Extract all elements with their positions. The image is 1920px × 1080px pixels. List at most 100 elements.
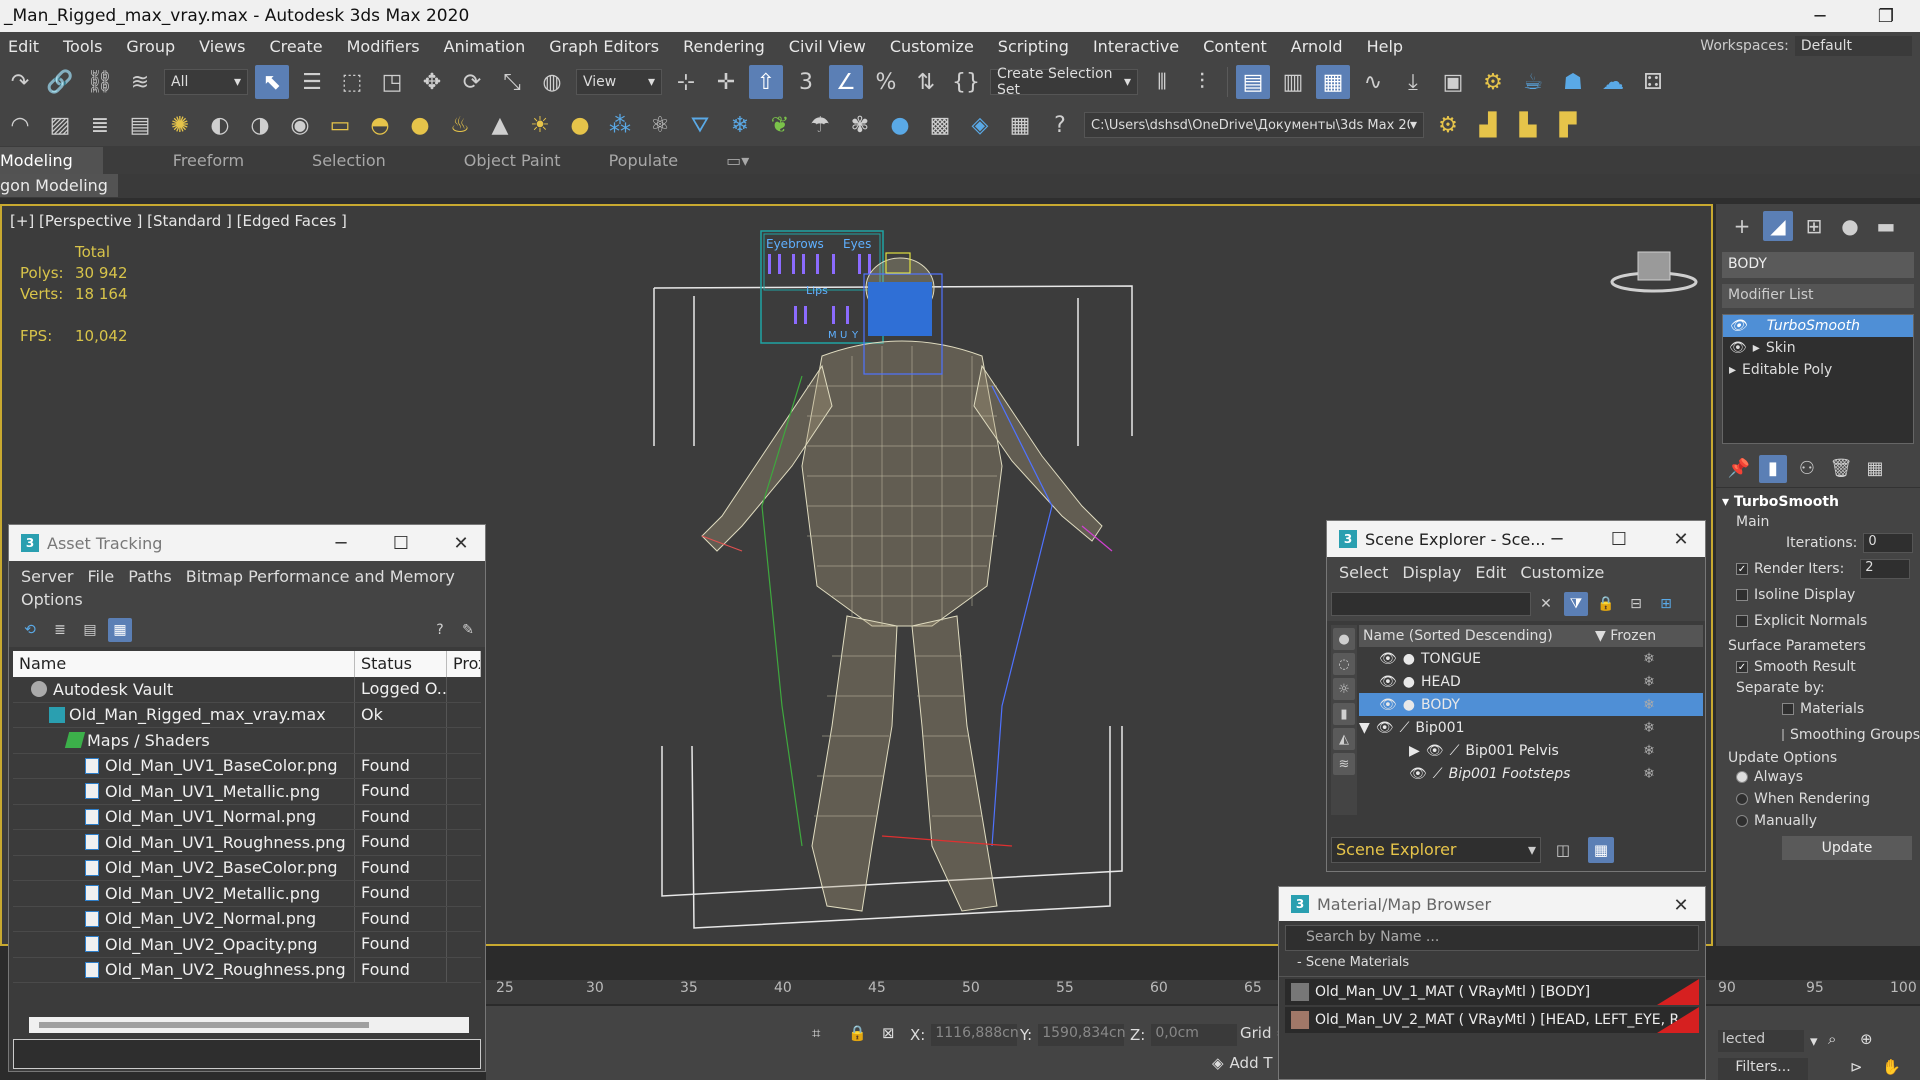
table-row[interactable]: Old_Man_Rigged_max_vray.max Ok bbox=[13, 702, 481, 728]
table-row[interactable]: Old_Man_UV1_Roughness.png Found bbox=[13, 830, 481, 856]
schematic-view-icon[interactable]: ∿ bbox=[1356, 65, 1390, 99]
column-name[interactable]: Name (Sorted Descending) bbox=[1359, 628, 1595, 644]
select-object-icon[interactable]: ⬉ bbox=[255, 65, 289, 99]
polygon-modeling-label[interactable]: gon Modeling bbox=[0, 174, 118, 197]
isolate-icon[interactable]: ⌗ bbox=[812, 1024, 820, 1042]
snap-toggle-icon[interactable]: 3 bbox=[789, 65, 823, 99]
selection-filter-dropdown[interactable]: All ▾ bbox=[164, 69, 248, 95]
frozen-icon[interactable]: ❄ bbox=[1595, 766, 1703, 782]
menu-rendering[interactable]: Rendering bbox=[671, 37, 777, 56]
displacement-icon[interactable]: ⛛ bbox=[683, 108, 717, 142]
modify-tab-icon[interactable]: ◢ bbox=[1763, 211, 1793, 241]
modifier-list-dropdown[interactable]: Modifier List bbox=[1722, 284, 1914, 308]
add-time-tag[interactable]: ◈ Add T bbox=[1212, 1054, 1273, 1072]
molecule-icon[interactable]: ⚛ bbox=[643, 108, 677, 142]
scale-icon[interactable]: ⤡ bbox=[495, 65, 529, 99]
absolute-mode-icon[interactable]: ⊠ bbox=[882, 1024, 895, 1042]
render-iters-checkbox[interactable]: ✓ bbox=[1736, 563, 1748, 575]
project-settings-icon[interactable]: ⚙ bbox=[1431, 108, 1465, 142]
unlink-icon[interactable]: ⛓ bbox=[83, 65, 117, 99]
helpers-filter-icon[interactable]: ◭ bbox=[1333, 728, 1355, 750]
help-icon[interactable]: ? bbox=[428, 618, 452, 642]
table-row[interactable]: Old_Man_UV2_Roughness.png Found bbox=[13, 957, 481, 983]
render-iters-spinner[interactable]: 2 bbox=[1860, 559, 1911, 579]
plane-icon[interactable]: ▭ bbox=[323, 108, 357, 142]
vfb-icon[interactable]: ▦ bbox=[1003, 108, 1037, 142]
eye-icon[interactable]: 👁 bbox=[1379, 697, 1397, 713]
menu-tools[interactable]: Tools bbox=[51, 37, 114, 56]
sphere-icon[interactable]: ● bbox=[883, 108, 917, 142]
eye-icon[interactable]: 👁 bbox=[1379, 674, 1397, 690]
expand-arrow-icon[interactable]: ▸ bbox=[1729, 362, 1736, 378]
minimize-button[interactable]: ─ bbox=[315, 525, 367, 561]
project-save-icon[interactable]: ▛ bbox=[1551, 108, 1585, 142]
frozen-icon[interactable]: ❄ bbox=[1595, 697, 1703, 713]
eye-icon[interactable]: 👁 bbox=[1729, 340, 1747, 356]
reference-coord-dropdown[interactable]: View ▾ bbox=[576, 69, 662, 95]
material-editor-icon[interactable]: ⤓ bbox=[1396, 65, 1430, 99]
eye-icon[interactable]: 👁 bbox=[1426, 743, 1444, 759]
tab-populate[interactable]: Populate bbox=[599, 151, 717, 170]
smoothing-groups-checkbox[interactable] bbox=[1782, 729, 1784, 741]
maximize-button[interactable]: ☐ bbox=[1593, 521, 1645, 557]
show-end-result-icon[interactable]: ▮ bbox=[1759, 454, 1787, 483]
render-active-icon[interactable]: ☁ bbox=[1596, 65, 1630, 99]
minimize-button[interactable]: ─ bbox=[1796, 0, 1844, 32]
create-tab-icon[interactable]: + bbox=[1727, 211, 1757, 241]
bind-spacewarp-icon[interactable]: ≋ bbox=[123, 65, 157, 99]
select-by-name-icon[interactable]: ☰ bbox=[295, 65, 329, 99]
shapes-icon[interactable]: ◠ bbox=[3, 108, 37, 142]
settings-icon[interactable]: ✎ bbox=[456, 618, 480, 642]
clear-search-icon[interactable]: ✕ bbox=[1534, 592, 1558, 616]
filters-button[interactable]: Filters... bbox=[1718, 1058, 1808, 1080]
menu-select[interactable]: Select bbox=[1335, 563, 1398, 582]
list-item[interactable]: 👁 ● HEAD ❄ bbox=[1359, 670, 1703, 693]
expand-arrow-icon[interactable]: ▼ bbox=[1359, 720, 1370, 736]
menu-animation[interactable]: Animation bbox=[432, 37, 538, 56]
dome-light-icon[interactable]: ◓ bbox=[363, 108, 397, 142]
help-icon[interactable]: ? bbox=[1043, 108, 1077, 142]
menu-edit[interactable]: Edit bbox=[0, 37, 51, 56]
scatter-icon[interactable]: ✾ bbox=[843, 108, 877, 142]
sphere-light-icon[interactable]: ● bbox=[403, 108, 437, 142]
always-radio[interactable] bbox=[1736, 771, 1748, 783]
viewcube[interactable] bbox=[1610, 251, 1698, 293]
eye-icon[interactable]: 👁 bbox=[1376, 720, 1394, 736]
stack-item-editable-poly[interactable]: ▸ Editable Poly bbox=[1723, 359, 1913, 381]
particles-icon[interactable]: ⁂ bbox=[603, 108, 637, 142]
material-browser-titlebar[interactable]: 3 Material/Map Browser ✕ bbox=[1279, 887, 1705, 921]
table-row[interactable]: Old_Man_UV2_Metallic.png Found bbox=[13, 881, 481, 907]
camera-icon[interactable]: ◐ bbox=[203, 108, 237, 142]
column-proxy[interactable]: Prox bbox=[447, 651, 481, 677]
explicit-normals-checkbox[interactable] bbox=[1736, 615, 1748, 627]
fur-icon[interactable]: ❄ bbox=[723, 108, 757, 142]
scene-explorer-titlebar[interactable]: 3 Scene Explorer - Sce... ─ ☐ ✕ bbox=[1327, 521, 1705, 557]
menu-customize[interactable]: Customize bbox=[878, 37, 986, 56]
stack-item-turbosmooth[interactable]: 👁 TurboSmooth bbox=[1723, 315, 1913, 337]
lock-icon[interactable]: 🔒 bbox=[1594, 592, 1618, 616]
eye-icon[interactable]: 👁 bbox=[1729, 318, 1747, 334]
table-view-icon[interactable]: ▤ bbox=[78, 618, 102, 642]
menu-create[interactable]: Create bbox=[257, 37, 334, 56]
menu-display[interactable]: Display bbox=[1398, 563, 1471, 582]
eye-icon[interactable]: 👁 bbox=[1409, 766, 1427, 782]
list-item[interactable]: 👁 ⟋ Bip001 Footsteps ❄ bbox=[1359, 762, 1703, 785]
cameras-filter-icon[interactable]: ▮ bbox=[1333, 703, 1355, 725]
rotate-icon[interactable]: ⟳ bbox=[455, 65, 489, 99]
close-button[interactable]: ✕ bbox=[1655, 887, 1705, 923]
align-icon[interactable]: ⫶ bbox=[1185, 65, 1219, 99]
scrollbar-thumb[interactable] bbox=[39, 1022, 369, 1028]
minimize-button[interactable]: ─ bbox=[1531, 521, 1583, 557]
menu-help[interactable]: Help bbox=[1355, 37, 1415, 56]
rollout-title[interactable]: ▾ TurboSmooth bbox=[1722, 494, 1914, 510]
when-rendering-radio[interactable] bbox=[1736, 793, 1748, 805]
panel-icon[interactable]: ▤ bbox=[123, 108, 157, 142]
list-item[interactable]: 👁 ● BODY ❄ bbox=[1359, 693, 1703, 716]
material-item[interactable]: Old_Man_UV_2_MAT ( VRayMtl ) [HEAD, LEFT… bbox=[1285, 1007, 1699, 1033]
edit-named-sets-icon[interactable]: {} bbox=[949, 65, 983, 99]
list-item[interactable]: ▶ 👁 ⟋ Bip001 Pelvis ❄ bbox=[1359, 739, 1703, 762]
window-crossing-icon[interactable]: ◳ bbox=[375, 65, 409, 99]
layer-explorer-icon[interactable]: ▤ bbox=[1236, 65, 1270, 99]
scene-materials-group[interactable]: - Scene Materials bbox=[1279, 955, 1705, 977]
curve-editor-icon[interactable]: ▦ bbox=[1316, 65, 1350, 99]
